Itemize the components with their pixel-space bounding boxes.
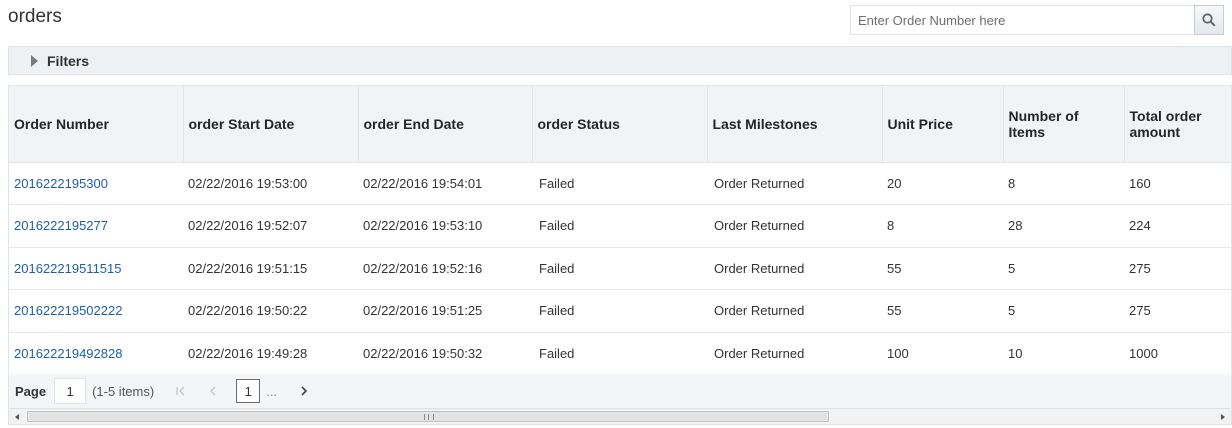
total-amount-cell: 160 [1124, 162, 1231, 205]
order-number-link[interactable]: 201622219502222 [14, 303, 122, 318]
column-header-status[interactable]: order Status [532, 86, 708, 163]
unit-price-cell: 55 [882, 289, 1003, 333]
order-number-link[interactable]: 2016222195300 [14, 176, 108, 191]
table-row[interactable]: 2016222195277 02/22/2016 19:52:07 02/22/… [9, 204, 1231, 248]
status-cell: Failed [532, 162, 707, 205]
end-date-cell: 02/22/2016 19:52:16 [358, 247, 532, 290]
column-header-start-date[interactable]: order Start Date [183, 86, 359, 163]
filters-label: Filters [47, 52, 90, 69]
page-title: orders [8, 6, 62, 27]
column-header-unit-price[interactable]: Unit Price [882, 86, 1004, 163]
scroll-thumb[interactable] [27, 411, 829, 422]
page-number-input[interactable] [54, 378, 87, 404]
unit-price-cell: 8 [882, 204, 1003, 248]
start-date-cell: 02/22/2016 19:49:28 [183, 332, 358, 375]
order-number-link[interactable]: 2016222195277 [14, 218, 108, 233]
chevron-left-icon [210, 386, 216, 396]
filters-bar: Filters [8, 46, 1232, 75]
table-row[interactable]: 201622219511515 02/22/2016 19:51:15 02/2… [9, 247, 1231, 290]
search-button[interactable] [1194, 5, 1224, 35]
total-amount-cell: 275 [1124, 289, 1231, 333]
status-cell: Failed [532, 332, 707, 375]
chevron-right-icon [301, 386, 308, 396]
order-number-link[interactable]: 201622219492828 [14, 346, 122, 361]
triangle-right-icon [31, 54, 38, 67]
start-date-cell: 02/22/2016 19:51:15 [183, 247, 358, 290]
table-header-row: Order Number order Start Date order End … [9, 86, 1231, 163]
milestone-cell: Order Returned [707, 204, 882, 248]
table-row[interactable]: 201622219492828 02/22/2016 19:49:28 02/2… [9, 332, 1231, 375]
status-cell: Failed [532, 204, 707, 248]
table-row[interactable]: 2016222195300 02/22/2016 19:53:00 02/22/… [9, 162, 1231, 205]
grip-icon [424, 414, 434, 420]
item-count-text: (1-5 items) [92, 383, 155, 399]
order-number-link[interactable]: 201622219511515 [14, 261, 122, 276]
item-count-cell: 10 [1003, 332, 1124, 375]
start-date-cell: 02/22/2016 19:52:07 [183, 204, 358, 248]
filters-toggle[interactable]: Filters [9, 47, 89, 74]
scroll-right-button[interactable] [1215, 409, 1231, 424]
search-input[interactable] [850, 5, 1194, 35]
start-date-cell: 02/22/2016 19:50:22 [183, 289, 358, 333]
scroll-left-button[interactable] [9, 409, 25, 424]
end-date-cell: 02/22/2016 19:50:32 [358, 332, 532, 375]
item-count-cell: 5 [1003, 247, 1124, 290]
status-cell: Failed [532, 247, 707, 290]
milestone-cell: Order Returned [707, 289, 882, 333]
end-date-cell: 02/22/2016 19:51:25 [358, 289, 532, 333]
milestone-cell: Order Returned [707, 332, 882, 375]
column-header-last-milestones[interactable]: Last Milestones [707, 86, 883, 163]
search-bar [850, 5, 1224, 35]
pager-label: Page [15, 383, 47, 399]
page-ellipsis: ... [266, 383, 278, 399]
horizontal-scrollbar[interactable] [9, 408, 1231, 424]
item-count-cell: 28 [1003, 204, 1124, 248]
column-header-order-number[interactable]: Order Number [9, 86, 184, 163]
unit-price-cell: 100 [882, 332, 1003, 375]
column-header-number-of-items[interactable]: Number of Items [1003, 86, 1125, 163]
table-row[interactable]: 201622219502222 02/22/2016 19:50:22 02/2… [9, 289, 1231, 333]
scroll-left-icon [15, 414, 19, 420]
page-number-button[interactable]: 1 [236, 379, 261, 403]
item-count-cell: 5 [1003, 289, 1124, 333]
pagination-bar: Page (1-5 items) 1 ... [9, 374, 1231, 408]
first-page-button[interactable] [170, 379, 192, 403]
scroll-right-icon [1221, 414, 1225, 420]
milestone-cell: Order Returned [707, 162, 882, 205]
unit-price-cell: 20 [882, 162, 1003, 205]
total-amount-cell: 275 [1124, 247, 1231, 290]
milestone-cell: Order Returned [707, 247, 882, 290]
end-date-cell: 02/22/2016 19:53:10 [358, 204, 532, 248]
total-amount-cell: 1000 [1124, 332, 1231, 375]
total-amount-cell: 224 [1124, 204, 1231, 248]
next-page-button[interactable] [293, 379, 315, 403]
previous-page-button[interactable] [202, 379, 224, 403]
search-icon [1202, 13, 1216, 27]
unit-price-cell: 55 [882, 247, 1003, 290]
start-date-cell: 02/22/2016 19:53:00 [183, 162, 358, 205]
first-page-icon [176, 386, 185, 396]
column-header-end-date[interactable]: order End Date [358, 86, 533, 163]
end-date-cell: 02/22/2016 19:54:01 [358, 162, 532, 205]
status-cell: Failed [532, 289, 707, 333]
orders-table: Order Number order Start Date order End … [8, 85, 1232, 425]
item-count-cell: 8 [1003, 162, 1124, 205]
column-header-total-amount[interactable]: Total order amount [1124, 86, 1231, 163]
